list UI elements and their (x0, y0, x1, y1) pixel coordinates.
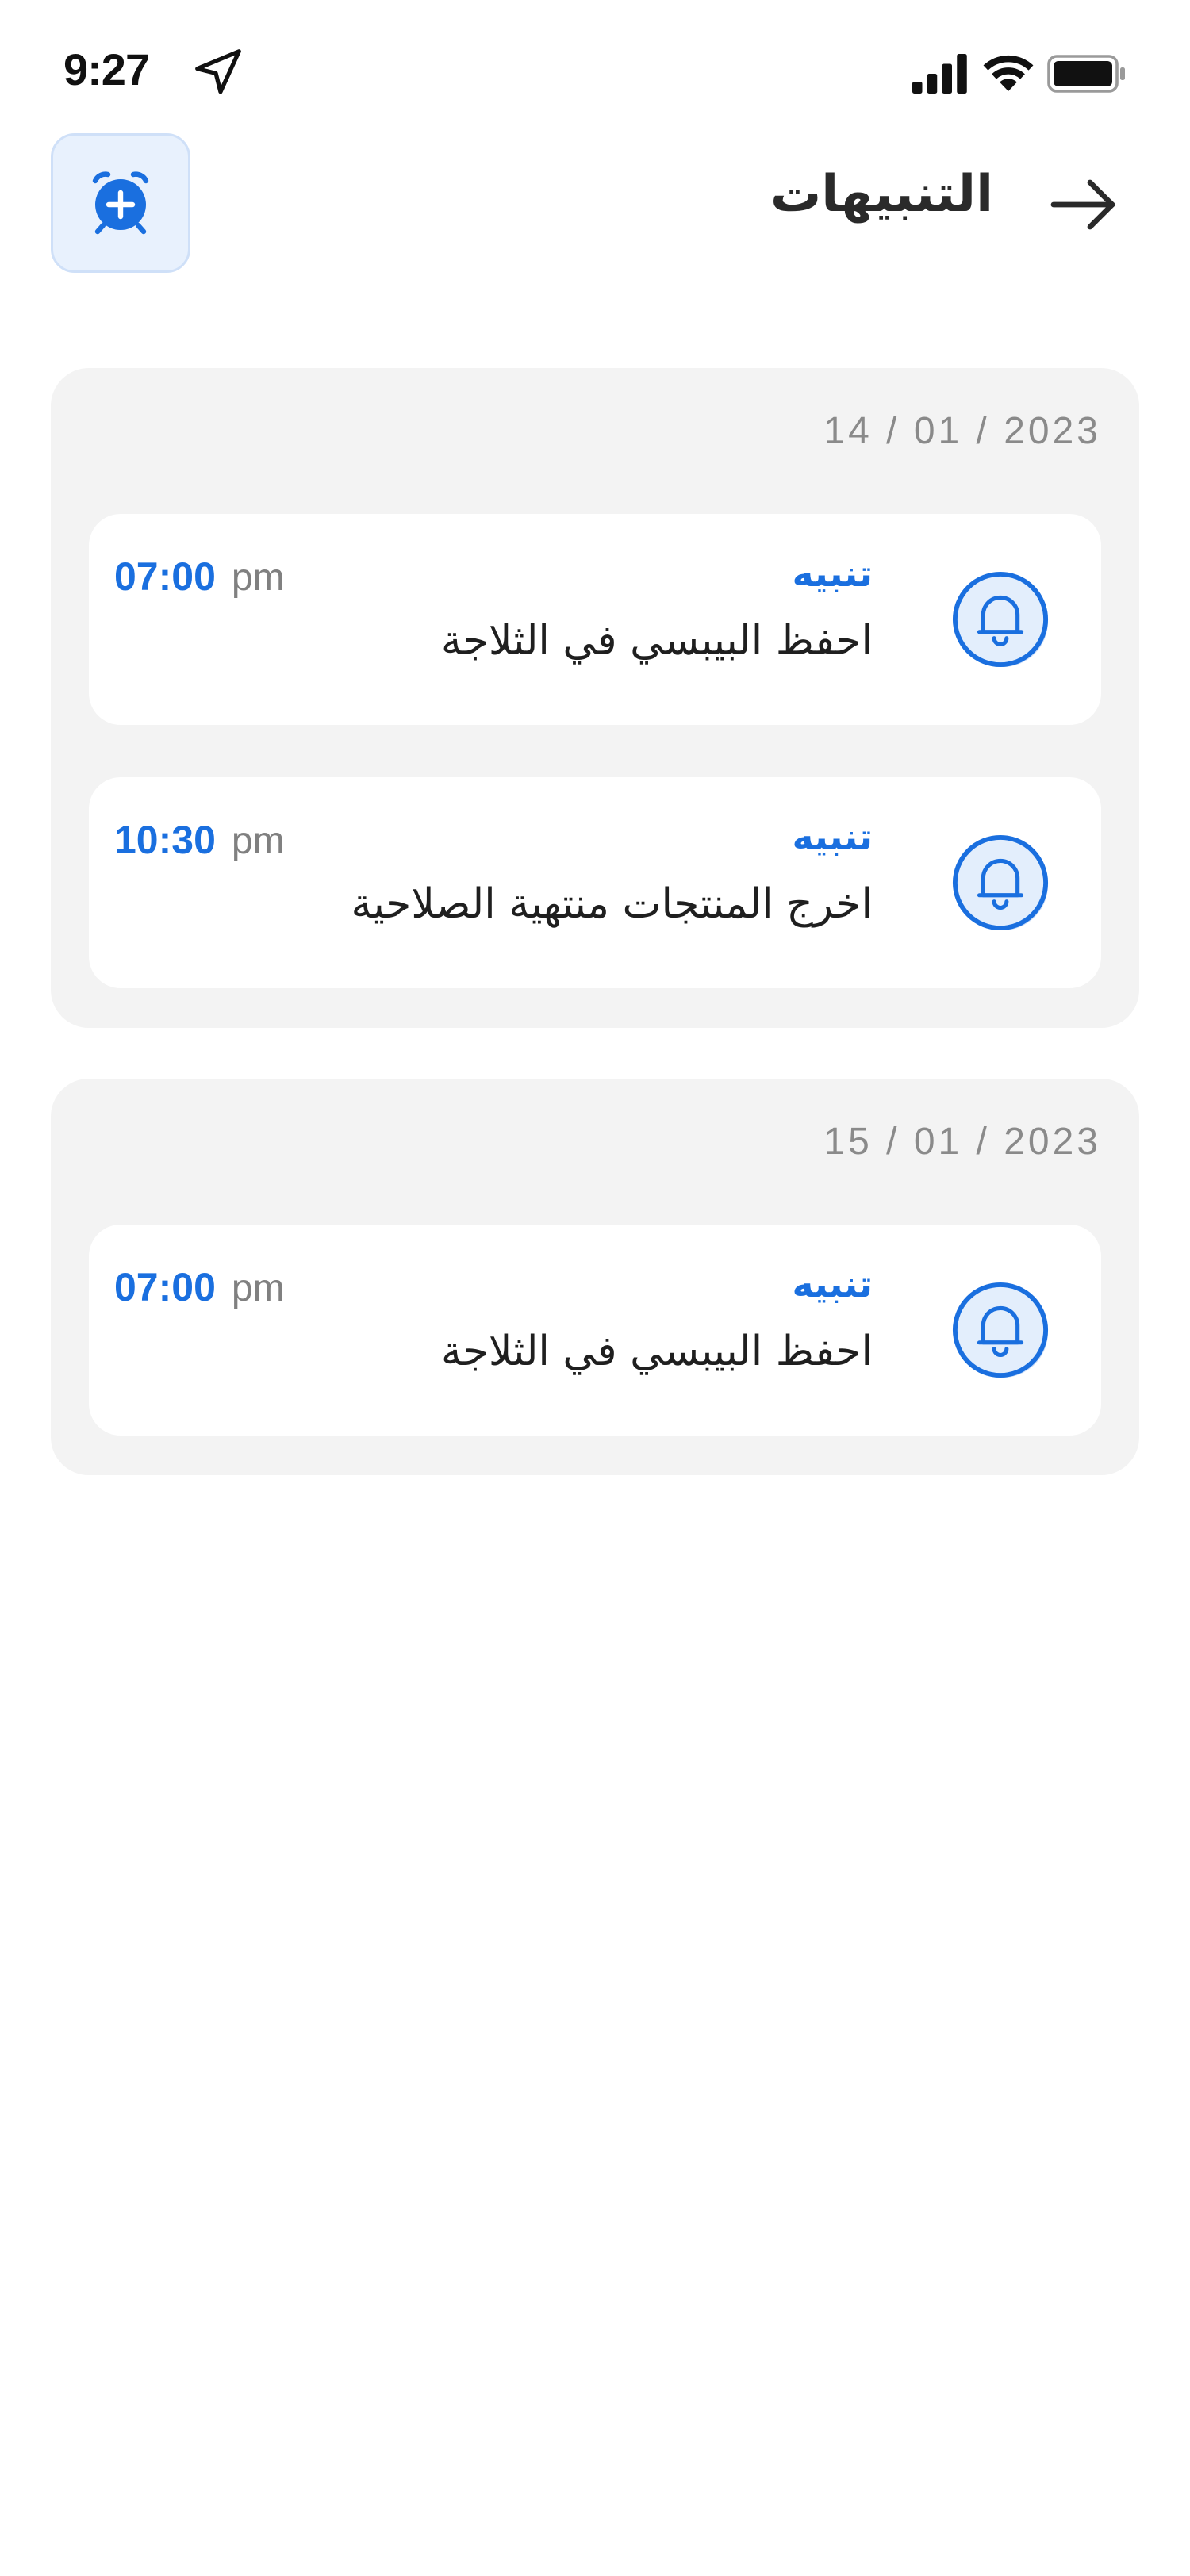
status-time: 9:27 (63, 44, 150, 94)
cellular-signal-icon (912, 54, 967, 94)
bell-icon (952, 571, 1049, 668)
location-arrow-icon (195, 49, 241, 94)
alert-time-value: 07:00 (114, 554, 216, 599)
alarm-add-icon (92, 171, 149, 235)
alert-label: تنبيه (792, 815, 873, 858)
alert-label: تنبيه (792, 1263, 873, 1305)
alert-time: 07:00 pm (114, 554, 285, 600)
alert-message: اخرج المنتجات منتهية الصلاحية (351, 880, 873, 928)
alert-time-value: 07:00 (114, 1265, 216, 1309)
alert-card[interactable]: تنبيه احفظ البيبسي في الثلاجة 07:00 pm (89, 514, 1101, 725)
alert-card[interactable]: تنبيه احفظ البيبسي في الثلاجة 07:00 pm (89, 1225, 1101, 1436)
alert-message: احفظ البيبسي في الثلاجة (440, 1328, 873, 1375)
status-bar: 9:27 (0, 0, 1190, 127)
alert-message: احفظ البيبسي في الثلاجة (440, 617, 873, 665)
group-date: 15 / 01 / 2023 (823, 1121, 1101, 1163)
alert-time-value: 10:30 (114, 818, 216, 862)
battery-icon (1047, 55, 1125, 93)
alert-card[interactable]: تنبيه اخرج المنتجات منتهية الصلاحية 10:3… (89, 777, 1101, 988)
alert-time-period: pm (231, 820, 285, 862)
alert-time: 10:30 pm (114, 817, 285, 863)
date-group: 15 / 01 / 2023 تنبيه احفظ البيبسي في الث… (51, 1079, 1139, 1475)
alert-time: 07:00 pm (114, 1264, 285, 1310)
add-alarm-button[interactable] (51, 133, 190, 273)
alert-label: تنبيه (792, 552, 873, 595)
page-title: التنبيهات (770, 165, 993, 224)
bell-icon (952, 834, 1049, 931)
wifi-icon (983, 55, 1034, 91)
alert-time-period: pm (231, 557, 285, 599)
date-group: 14 / 01 / 2023 تنبيه احفظ البيبسي في الث… (51, 368, 1139, 1028)
arrow-right-icon[interactable] (1046, 167, 1122, 243)
bell-icon (952, 1282, 1049, 1378)
group-date: 14 / 01 / 2023 (823, 410, 1101, 452)
alert-time-period: pm (231, 1267, 285, 1309)
